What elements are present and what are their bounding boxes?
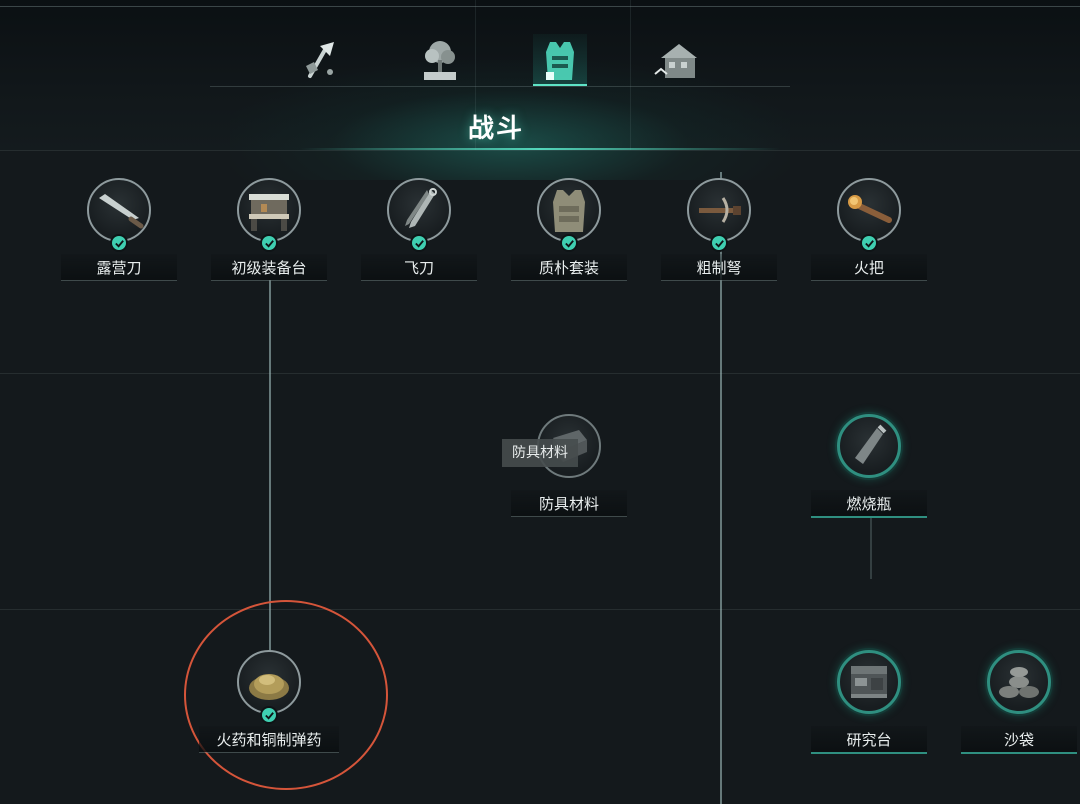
tech-node-research-bench[interactable]: 研究台 (811, 650, 931, 760)
tech-node-gunpowder-ammo[interactable]: 火药和铜制弹药 (199, 650, 339, 760)
tab-planting[interactable] (413, 34, 467, 86)
machete-icon (99, 194, 144, 229)
tech-node-camp-knife[interactable]: 露营刀 (61, 178, 181, 288)
tech-node-simple-armor[interactable]: 质朴套装 (511, 178, 631, 288)
tech-node-sandbag[interactable]: 沙袋 (961, 650, 1080, 760)
gunpowder-icon (249, 674, 289, 700)
grid-line (0, 150, 1080, 151)
node-label: 火药和铜制弹药 (199, 726, 339, 753)
grid-line (0, 609, 1080, 610)
node-label: 防具材料 (511, 490, 627, 517)
unlocked-check-icon (860, 234, 878, 252)
node-label: 燃烧瓶 (811, 490, 927, 518)
tech-node-molotov[interactable]: 燃烧瓶 (811, 414, 931, 524)
tab-combat[interactable] (533, 34, 587, 86)
node-icon-frame (387, 178, 451, 242)
node-label: 初级装备台 (211, 254, 327, 281)
house-icon (654, 44, 697, 78)
crossbow-icon (699, 197, 741, 223)
node-icon-frame (837, 178, 901, 242)
node-icon-frame (237, 178, 301, 242)
torch-icon (848, 195, 892, 223)
top-divider (0, 6, 1080, 7)
node-label: 露营刀 (61, 254, 177, 281)
node-label: 火把 (811, 254, 927, 281)
tree-icon (424, 41, 456, 80)
connector-line (269, 280, 271, 652)
node-icon-frame (837, 414, 901, 478)
tech-node-torch[interactable]: 火把 (811, 178, 931, 288)
section-title: 战斗 (467, 114, 524, 144)
unlocked-check-icon (260, 234, 278, 252)
node-icon-frame (87, 178, 151, 242)
sandbag-icon (999, 667, 1039, 698)
node-icon-frame (837, 650, 901, 714)
armor-vest-icon (546, 42, 574, 80)
node-label: 飞刀 (361, 254, 477, 281)
node-label: 研究台 (811, 726, 927, 754)
node-label: 沙袋 (961, 726, 1077, 754)
node-icon-frame (237, 650, 301, 714)
axe-icon (306, 42, 334, 78)
tech-node-basic-workbench[interactable]: 初级装备台 (211, 178, 331, 288)
bottle-icon (855, 424, 887, 464)
unlocked-check-icon (260, 706, 278, 724)
unlocked-check-icon (710, 234, 728, 252)
workbench-icon (249, 194, 289, 231)
unlocked-check-icon (410, 234, 428, 252)
tab-weapons[interactable] (293, 34, 347, 86)
node-label: 粗制弩 (661, 254, 777, 281)
hover-tooltip: 防具材料 (502, 439, 578, 467)
unlocked-check-icon (110, 234, 128, 252)
tech-node-throwing-knife[interactable]: 飞刀 (361, 178, 481, 288)
node-icon-frame (687, 178, 751, 242)
node-label: 质朴套装 (511, 254, 627, 281)
grid-line (630, 0, 631, 150)
vest-icon (553, 190, 585, 232)
research-bench-icon (851, 666, 887, 698)
title-underline (300, 148, 780, 150)
unlocked-check-icon (560, 234, 578, 252)
node-icon-frame (537, 178, 601, 242)
tech-node-crude-crossbow[interactable]: 粗制弩 (661, 178, 781, 288)
grid-line (0, 373, 1080, 374)
tab-building[interactable] (650, 34, 704, 86)
throwing-knife-icon (405, 188, 437, 228)
tech-node-armor-material[interactable]: 防具材料 (511, 414, 631, 524)
tab-divider (210, 86, 790, 87)
connector-line (870, 517, 872, 579)
node-icon-frame (987, 650, 1051, 714)
